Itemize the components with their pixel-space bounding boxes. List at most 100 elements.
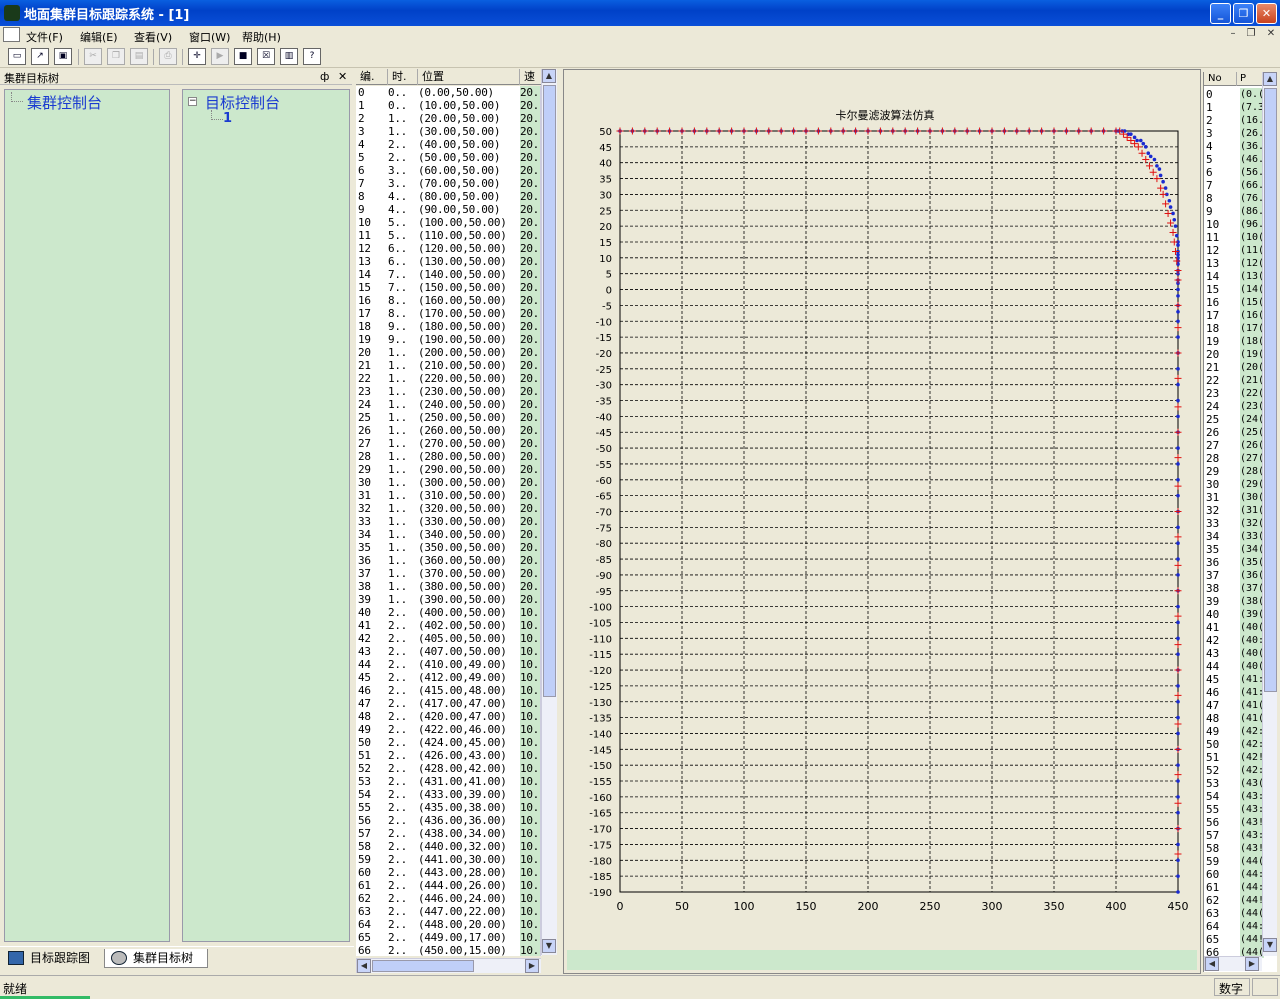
right-table-row[interactable]: 7 (66. [1204, 179, 1264, 192]
open-icon[interactable]: ↗ [31, 48, 49, 65]
table-row[interactable]: 16 8.. (160.00,50.00) 20. [356, 294, 540, 307]
right-table-row[interactable]: 23 (22( [1204, 387, 1264, 400]
right-table-row[interactable]: 37 (36( [1204, 569, 1264, 582]
table-row[interactable]: 7 3.. (70.00,50.00) 20. [356, 177, 540, 190]
column-header-position[interactable]: 位置 [418, 69, 520, 85]
table-row[interactable]: 48 2.. (420.00,47.00) 10. [356, 710, 540, 723]
table-row[interactable]: 28 1.. (280.00,50.00) 20. [356, 450, 540, 463]
right-table-row[interactable]: 44 (40( [1204, 660, 1264, 673]
collapse-icon[interactable]: − [188, 97, 197, 106]
right-table-row[interactable]: 28 (27( [1204, 452, 1264, 465]
right-table-row[interactable]: 13 (12( [1204, 257, 1264, 270]
clear-icon[interactable]: ☒ [257, 48, 275, 65]
column-header-time[interactable]: 时. [388, 69, 418, 85]
table-row[interactable]: 56 2.. (436.00,36.00) 10. [356, 814, 540, 827]
right-table-row[interactable]: 33 (32( [1204, 517, 1264, 530]
table-row[interactable]: 15 7.. (150.00,50.00) 20. [356, 281, 540, 294]
right-table-row[interactable]: 38 (37( [1204, 582, 1264, 595]
right-table-row[interactable]: 46 (41: [1204, 686, 1264, 699]
right-table-row[interactable]: 41 (40( [1204, 621, 1264, 634]
panel-close-icon[interactable]: ✕ [338, 70, 347, 83]
cluster-console-tree[interactable]: 集群控制台 [4, 89, 170, 942]
right-table-row[interactable]: 42 (40: [1204, 634, 1264, 647]
right-table-row[interactable]: 35 (34( [1204, 543, 1264, 556]
table-row[interactable]: 13 6.. (130.00,50.00) 20. [356, 255, 540, 268]
table-row[interactable]: 35 1.. (350.00,50.00) 20. [356, 541, 540, 554]
table-row[interactable]: 64 2.. (448.00,20.00) 10. [356, 918, 540, 931]
right-table-row[interactable]: 9 (86. [1204, 205, 1264, 218]
right-table-row[interactable]: 4 (36. [1204, 140, 1264, 153]
scroll-right-icon[interactable]: ▶ [1245, 957, 1259, 971]
scroll-down-icon[interactable]: ▼ [542, 939, 556, 953]
table-row[interactable]: 3 1.. (30.00,50.00) 20. [356, 125, 540, 138]
right-table-row[interactable]: 36 (35( [1204, 556, 1264, 569]
table-row[interactable]: 39 1.. (390.00,50.00) 20. [356, 593, 540, 606]
mdi-close-button[interactable]: ✕ [1263, 28, 1279, 43]
save-icon[interactable]: ▣ [54, 48, 72, 65]
pin-icon[interactable]: ф [320, 70, 329, 83]
table-row[interactable]: 4 2.. (40.00,50.00) 20. [356, 138, 540, 151]
tree-node-target-1[interactable]: 1 [223, 111, 232, 126]
right-table-row[interactable]: 45 (41: [1204, 673, 1264, 686]
table-row[interactable]: 5 2.. (50.00,50.00) 20. [356, 151, 540, 164]
right-table-row[interactable]: 52 (42: [1204, 764, 1264, 777]
right-table-row[interactable]: 39 (38( [1204, 595, 1264, 608]
table-row[interactable]: 61 2.. (444.00,26.00) 10. [356, 879, 540, 892]
right-table-row[interactable]: 22 (21( [1204, 374, 1264, 387]
table-row[interactable]: 43 2.. (407.00,50.00) 10. [356, 645, 540, 658]
table-row[interactable]: 54 2.. (433.00,39.00) 10. [356, 788, 540, 801]
tab-cluster-tree[interactable]: 集群目标树 [104, 949, 208, 968]
right-table-row[interactable]: 14 (13( [1204, 270, 1264, 283]
paste-icon[interactable]: ▤ [130, 48, 148, 65]
table-row[interactable]: 21 1.. (210.00,50.00) 20. [356, 359, 540, 372]
list-icon[interactable]: ▥ [280, 48, 298, 65]
table-row[interactable]: 62 2.. (446.00,24.00) 10. [356, 892, 540, 905]
right-table-row[interactable]: 65 (44! [1204, 933, 1264, 946]
right-table-row[interactable]: 24 (23( [1204, 400, 1264, 413]
table-row[interactable]: 25 1.. (250.00,50.00) 20. [356, 411, 540, 424]
table-row[interactable]: 55 2.. (435.00,38.00) 10. [356, 801, 540, 814]
right-table-row[interactable]: 47 (41( [1204, 699, 1264, 712]
table-row[interactable]: 26 1.. (260.00,50.00) 20. [356, 424, 540, 437]
table-row[interactable]: 2 1.. (20.00,50.00) 20. [356, 112, 540, 125]
menu-file[interactable]: 文件(F) [26, 29, 63, 45]
right-table-row[interactable]: 18 (17( [1204, 322, 1264, 335]
table-row[interactable]: 10 5.. (100.00,50.00) 20. [356, 216, 540, 229]
table-row[interactable]: 33 1.. (330.00,50.00) 20. [356, 515, 540, 528]
table-row[interactable]: 38 1.. (380.00,50.00) 20. [356, 580, 540, 593]
right-table-row[interactable]: 25 (24( [1204, 413, 1264, 426]
table-row[interactable]: 8 4.. (80.00,50.00) 20. [356, 190, 540, 203]
table-row[interactable]: 66 2.. (450.00,15.00) 10. [356, 944, 540, 956]
table-row[interactable]: 63 2.. (447.00,22.00) 10. [356, 905, 540, 918]
table-row[interactable]: 57 2.. (438.00,34.00) 10. [356, 827, 540, 840]
right-table-row[interactable]: 58 (43! [1204, 842, 1264, 855]
right-table-row[interactable]: 6 (56. [1204, 166, 1264, 179]
right-table-row[interactable]: 29 (28( [1204, 465, 1264, 478]
table-row[interactable]: 46 2.. (415.00,48.00) 10. [356, 684, 540, 697]
right-table-row[interactable]: 60 (44: [1204, 868, 1264, 881]
table-row[interactable]: 36 1.. (360.00,50.00) 20. [356, 554, 540, 567]
scroll-up-icon[interactable]: ▲ [542, 69, 556, 83]
right-table-row[interactable]: 48 (41( [1204, 712, 1264, 725]
right-table-row[interactable]: 20 (19( [1204, 348, 1264, 361]
right-table-row[interactable]: 56 (43! [1204, 816, 1264, 829]
right-table-row[interactable]: 3 (26. [1204, 127, 1264, 140]
close-button[interactable]: ✕ [1256, 3, 1277, 24]
table-row[interactable]: 11 5.. (110.00,50.00) 20. [356, 229, 540, 242]
right-table-row[interactable]: 26 (25( [1204, 426, 1264, 439]
right-table-row[interactable]: 59 (44( [1204, 855, 1264, 868]
right-table-row[interactable]: 61 (44: [1204, 881, 1264, 894]
help-icon[interactable]: ? [303, 48, 321, 65]
table-row[interactable]: 19 9.. (190.00,50.00) 20. [356, 333, 540, 346]
mdi-restore-button[interactable]: ❐ [1243, 28, 1259, 43]
table-row[interactable]: 49 2.. (422.00,46.00) 10. [356, 723, 540, 736]
right-table-row[interactable]: 49 (42: [1204, 725, 1264, 738]
right-table-row[interactable]: 2 (16. [1204, 114, 1264, 127]
menu-edit[interactable]: 编辑(E) [80, 29, 118, 45]
minimize-button[interactable]: _ [1210, 3, 1231, 24]
column-header-no[interactable]: No [1208, 73, 1222, 84]
right-table-row[interactable]: 31 (30( [1204, 491, 1264, 504]
right-table-row[interactable]: 43 (40( [1204, 647, 1264, 660]
menu-help[interactable]: 帮助(H) [242, 29, 281, 45]
table-vertical-scrollbar[interactable]: ▲ ▼ [541, 69, 557, 955]
